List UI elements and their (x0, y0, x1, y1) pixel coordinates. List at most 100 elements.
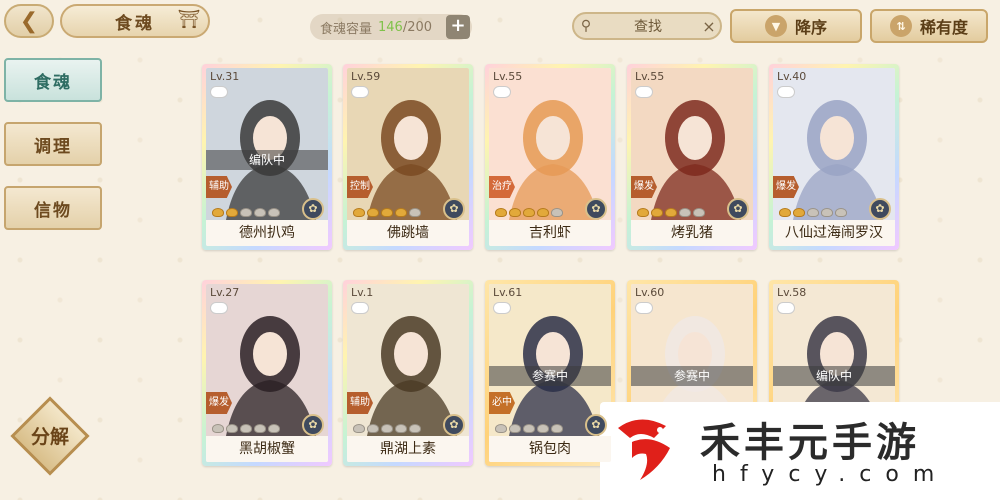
card-inner: Lv.55 治疗 ✿ 吉利虾 (489, 68, 611, 246)
star-icon (509, 208, 521, 217)
star-icon (268, 208, 280, 217)
card-role-badge: 必中 (489, 392, 515, 414)
star-icon (395, 424, 407, 433)
star-icon (821, 208, 833, 217)
sort-order-label: 降序 (794, 18, 827, 37)
sidebar-item-tiaoli[interactable]: 调理 (4, 122, 102, 166)
card-inner: Lv.31 编队中 辅助 ✿ 德州扒鸡 (206, 68, 328, 246)
element-icon: ✿ (302, 198, 324, 220)
clear-search-icon[interactable]: × (698, 17, 720, 36)
card-level: Lv.58 (777, 286, 807, 299)
star-icon (779, 208, 791, 217)
capacity-total: /200 (402, 19, 433, 35)
food-soul-card[interactable]: Lv.27 爆发 ✿ 黑胡椒蟹 (202, 280, 332, 466)
watermark-url: hfycy.com (712, 462, 949, 487)
card-inner: Lv.61 参赛中 必中 ✿ 锅包肉 (489, 284, 611, 462)
card-inner: Lv.59 控制 ✿ 佛跳墙 (347, 68, 469, 246)
star-icon (381, 424, 393, 433)
affection-icon (493, 302, 511, 314)
card-name: 锅包肉 (489, 436, 611, 462)
card-role-badge: 爆发 (206, 392, 232, 414)
card-name: 八仙过海闹罗汉 (773, 220, 895, 246)
element-icon: ✿ (443, 414, 465, 436)
sort-down-icon: ▼ (764, 15, 787, 37)
food-soul-card[interactable]: Lv.1 辅助 ✿ 鼎湖上素 (343, 280, 473, 466)
star-icon (807, 208, 819, 217)
affection-icon (493, 86, 511, 98)
star-icon (353, 208, 365, 217)
decompose-label: 分解 (30, 426, 69, 448)
card-star-rating (495, 208, 563, 217)
card-star-rating (779, 208, 847, 217)
star-icon (509, 424, 521, 433)
sidebar-item-shihun[interactable]: 食魂 (4, 58, 102, 102)
sort-toggle-icon: ⇅ (889, 15, 912, 37)
star-icon (367, 424, 379, 433)
card-star-rating (495, 424, 563, 433)
star-icon (665, 208, 677, 217)
star-icon (367, 208, 379, 217)
card-inner: Lv.1 辅助 ✿ 鼎湖上素 (347, 284, 469, 462)
star-icon (409, 424, 421, 433)
card-name: 佛跳墙 (347, 220, 469, 246)
star-icon (495, 424, 507, 433)
search-icon: ⚲ (580, 18, 592, 34)
card-name: 烤乳猪 (631, 220, 753, 246)
search-placeholder: 查找 (634, 19, 662, 35)
top-bar: ❮ 食魂 ⛩ 食魂容量 146 /200 + ⚲ 查找 × ▼ 降序 ⇅ 稀有度 (0, 0, 1000, 50)
star-icon (495, 208, 507, 217)
star-icon (523, 208, 535, 217)
element-icon: ✿ (869, 198, 891, 220)
affection-icon (210, 302, 228, 314)
food-soul-card[interactable]: Lv.55 治疗 ✿ 吉利虾 (485, 64, 615, 250)
food-soul-card[interactable]: Lv.31 编队中 辅助 ✿ 德州扒鸡 (202, 64, 332, 250)
star-icon (395, 208, 407, 217)
food-soul-card[interactable]: Lv.59 控制 ✿ 佛跳墙 (343, 64, 473, 250)
card-status: 编队中 (206, 150, 328, 170)
card-status: 参赛中 (631, 366, 753, 386)
card-status: 编队中 (773, 366, 895, 386)
sidebar-item-xinwu[interactable]: 信物 (4, 186, 102, 230)
card-name: 吉利虾 (489, 220, 611, 246)
card-star-rating (212, 424, 280, 433)
card-name: 黑胡椒蟹 (206, 436, 328, 462)
search-input[interactable]: ⚲ 查找 × (572, 12, 722, 40)
element-icon: ✿ (727, 198, 749, 220)
star-icon (537, 424, 549, 433)
star-icon (551, 424, 563, 433)
back-button[interactable]: ❮ (4, 4, 54, 38)
sidebar-item-label: 信物 (34, 200, 72, 221)
card-level: Lv.60 (635, 286, 665, 299)
card-star-rating (637, 208, 705, 217)
card-role-badge: 控制 (347, 176, 373, 198)
card-role-badge: 辅助 (347, 392, 373, 414)
capacity-current: 146 (378, 19, 403, 35)
card-star-rating (212, 208, 280, 217)
element-icon: ✿ (443, 198, 465, 220)
back-arrow-icon: ❮ (19, 8, 39, 34)
decompose-button[interactable]: 分解 (10, 396, 90, 480)
card-role-badge: 爆发 (631, 176, 657, 198)
card-level: Lv.55 (493, 70, 523, 83)
star-icon (212, 424, 224, 433)
add-capacity-button[interactable]: + (446, 15, 470, 39)
star-icon (381, 208, 393, 217)
food-soul-card[interactable]: Lv.61 参赛中 必中 ✿ 锅包肉 (485, 280, 615, 466)
star-icon (254, 424, 266, 433)
affection-icon (351, 302, 369, 314)
sidebar-item-label: 食魂 (34, 72, 72, 93)
food-soul-card[interactable]: Lv.40 爆发 ✿ 八仙过海闹罗汉 (769, 64, 899, 250)
card-level: Lv.31 (210, 70, 240, 83)
card-name: 鼎湖上素 (347, 436, 469, 462)
food-soul-card[interactable]: Lv.55 爆发 ✿ 烤乳猪 (627, 64, 757, 250)
capacity-label: 食魂容量 (320, 21, 373, 37)
card-level: Lv.55 (635, 70, 665, 83)
element-icon: ✿ (585, 414, 607, 436)
affection-icon (351, 86, 369, 98)
pagoda-icon: ⛩ (177, 9, 201, 30)
sort-order-button[interactable]: ▼ 降序 (730, 9, 862, 43)
affection-icon (777, 86, 795, 98)
star-icon (551, 208, 563, 217)
sort-key-button[interactable]: ⇅ 稀有度 (870, 9, 988, 43)
star-icon (693, 208, 705, 217)
